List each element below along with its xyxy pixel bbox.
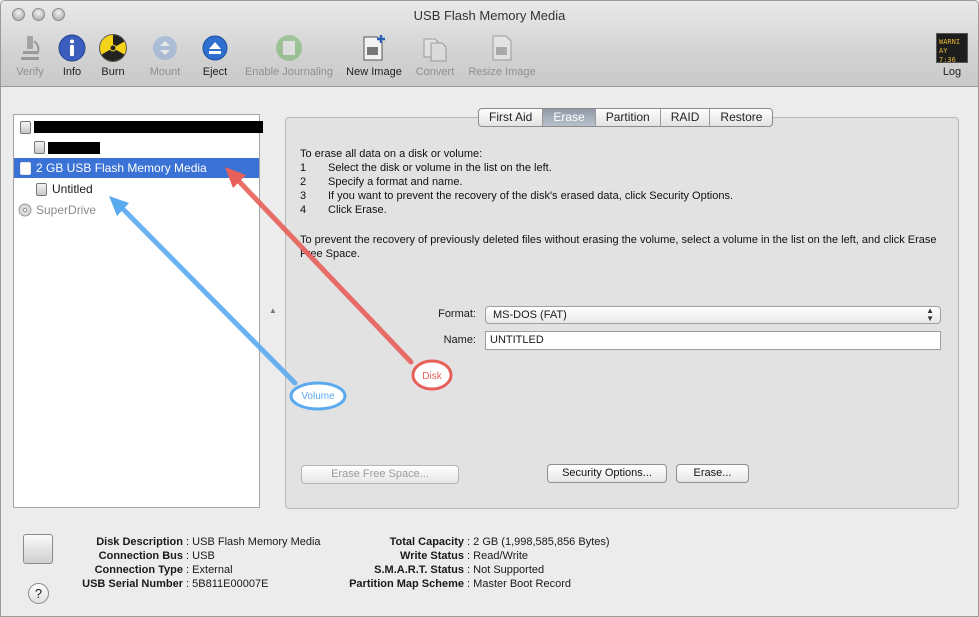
detail-row: Write Status : Read/Write (400, 550, 528, 562)
disk-details-left: Disk Description : USB Flash Memory Medi… (75, 535, 321, 591)
erase-instructions: To erase all data on a disk or volume: 1… (300, 148, 734, 216)
volume-icon (34, 141, 45, 154)
convert-button[interactable]: Convert (411, 33, 459, 78)
new-image-icon (363, 35, 385, 61)
hard-disk-icon (20, 121, 31, 134)
mount-button[interactable]: Mount (147, 33, 183, 78)
list-item-usb-disk[interactable]: 2 GB USB Flash Memory Media (14, 158, 259, 178)
split-view-handle[interactable]: ▲ (269, 306, 277, 315)
detail-row: Total Capacity : 2 GB (1,998,585,856 Byt… (389, 536, 610, 548)
detail-row: Connection Bus : USB (98, 550, 215, 562)
log-button[interactable]: WARNI AY 7:36 Log (935, 33, 969, 78)
detail-row: S.M.A.R.T. Status : Not Supported (374, 564, 545, 576)
info-button[interactable]: Info (57, 33, 87, 78)
erase-free-space-instructions: To prevent the recovery of previously de… (300, 234, 937, 260)
radiation-icon (99, 34, 127, 62)
disk-list[interactable]: 2 GB USB Flash Memory Media Untitled Sup… (13, 114, 263, 508)
disk-info-bar: ? Disk Description : USB Flash Memory Me… (1, 518, 978, 616)
window-chrome: USB Flash Memory Media Verify Info Burn … (1, 1, 978, 87)
external-disk-icon (23, 534, 53, 564)
redacted-disk-name (34, 121, 263, 133)
verify-button[interactable]: Verify (13, 33, 47, 78)
instruction-step: 2 Specify a format and name. (300, 176, 463, 188)
list-item-superdrive[interactable]: SuperDrive (14, 200, 259, 220)
resize-image-button[interactable]: Resize Image (465, 33, 539, 78)
detail-row: Disk Description : USB Flash Memory Medi… (96, 536, 321, 548)
resize-image-icon (492, 35, 512, 61)
detail-row: USB Serial Number : 5B811E00007E (82, 578, 269, 590)
disk-utility-window: USB Flash Memory Media Verify Info Burn … (0, 0, 979, 617)
tab-partition[interactable]: Partition (596, 109, 661, 126)
format-select[interactable]: MS-DOS (FAT) ▲ ▼ (485, 306, 941, 324)
burn-button[interactable]: Burn (97, 33, 129, 78)
format-label: Format: (438, 308, 476, 320)
microscope-icon (21, 36, 40, 60)
list-item[interactable] (14, 117, 263, 137)
instruction-step: 4 Click Erase. (300, 204, 387, 216)
usb-disk-icon (20, 162, 31, 175)
journal-icon (276, 35, 302, 61)
list-item[interactable] (14, 137, 259, 157)
tab-raid[interactable]: RAID (661, 109, 711, 126)
info-icon (58, 34, 86, 62)
mount-icon (153, 36, 177, 60)
erase-button[interactable]: Erase... (676, 464, 749, 483)
tab-erase[interactable]: Erase (543, 109, 596, 126)
help-button[interactable]: ? (28, 583, 49, 604)
volume-name-input[interactable]: UNTITLED (485, 331, 941, 350)
disk-details-right: Total Capacity : 2 GB (1,998,585,856 Byt… (334, 535, 610, 591)
new-image-button[interactable]: New Image (343, 33, 405, 78)
tab-restore[interactable]: Restore (710, 109, 772, 126)
name-label: Name: (443, 334, 476, 346)
instruction-step: 3 If you want to prevent the recovery of … (300, 190, 734, 202)
window-title: USB Flash Memory Media (413, 8, 566, 23)
tab-first-aid[interactable]: First Aid (479, 109, 544, 126)
optical-disc-icon (18, 203, 32, 217)
instruction-step: 1 Select the disk or volume in the list o… (300, 162, 552, 174)
tab-bar: First Aid Erase Partition RAID Restore (478, 108, 774, 127)
redacted-volume-name (48, 142, 100, 154)
eject-icon (202, 35, 228, 61)
eject-button[interactable]: Eject (199, 33, 231, 78)
detail-row: Connection Type : External (94, 564, 233, 576)
volume-icon (36, 183, 47, 196)
erase-free-space-button[interactable]: Erase Free Space... (301, 465, 459, 484)
convert-icon (423, 38, 447, 62)
detail-row: Partition Map Scheme : Master Boot Recor… (349, 578, 571, 590)
security-options-button[interactable]: Security Options... (547, 464, 667, 483)
log-icon: WARNI AY 7:36 (936, 33, 968, 63)
enable-journaling-button[interactable]: Enable Journaling (241, 33, 337, 78)
list-item-untitled-volume[interactable]: Untitled (14, 179, 259, 199)
stepper-arrows-icon: ▲ ▼ (926, 306, 934, 323)
